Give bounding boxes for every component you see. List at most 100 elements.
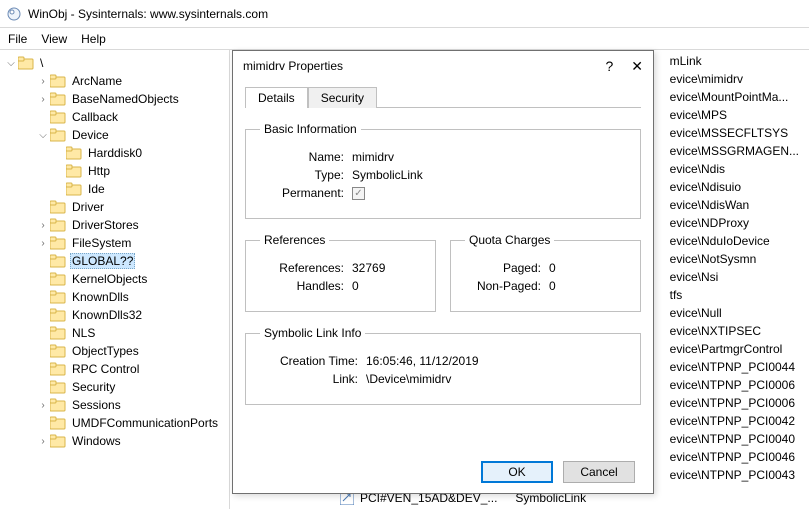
tree-item[interactable]: ›GLOBAL?? <box>0 252 229 270</box>
label-paged: Paged: <box>465 261 541 275</box>
cancel-button[interactable]: Cancel <box>563 461 635 483</box>
titlebar: WinObj - Sysinternals: www.sysinternals.… <box>0 0 809 28</box>
label-references: References: <box>260 261 344 275</box>
folder-icon <box>50 290 66 304</box>
list-cell-partial[interactable]: evice\NXTIPSEC <box>670 322 799 340</box>
menu-help[interactable]: Help <box>81 32 106 46</box>
list-cell-partial[interactable]: evice\MSSGRMAGEN... <box>670 142 799 160</box>
menu-file[interactable]: File <box>8 32 27 46</box>
tree-item[interactable]: ›Ide <box>0 180 229 198</box>
tree-item[interactable]: ›NLS <box>0 324 229 342</box>
label-nonpaged: Non-Paged: <box>465 279 541 293</box>
value-handles: 0 <box>352 279 359 293</box>
list-cell-partial[interactable]: evice\MountPointMa... <box>670 88 799 106</box>
list-cell-partial[interactable]: evice\Ndis <box>670 160 799 178</box>
chevron-right-icon[interactable]: › <box>36 76 50 87</box>
tree-item[interactable]: ›Http <box>0 162 229 180</box>
folder-icon <box>50 380 66 394</box>
tree-label: BaseNamedObjects <box>70 92 181 106</box>
menu-view[interactable]: View <box>41 32 67 46</box>
value-nonpaged: 0 <box>549 279 556 293</box>
label-type: Type: <box>260 168 344 182</box>
list-cell-partial[interactable]: evice\NDProxy <box>670 214 799 232</box>
tree-item[interactable]: ›Windows <box>0 432 229 450</box>
checkbox-permanent: ✓ <box>352 187 365 200</box>
list-cell-partial[interactable]: evice\PartmgrControl <box>670 340 799 358</box>
list-cell-partial[interactable]: evice\NdisWan <box>670 196 799 214</box>
tab-security[interactable]: Security <box>308 87 377 108</box>
tree-item[interactable]: ›KnownDlls <box>0 288 229 306</box>
folder-icon <box>50 362 66 376</box>
window-title: WinObj - Sysinternals: www.sysinternals.… <box>28 7 268 21</box>
tree-label: RPC Control <box>70 362 141 376</box>
label-handles: Handles: <box>260 279 344 293</box>
folder-icon <box>50 344 66 358</box>
list-cell-partial[interactable]: evice\NTPNP_PCI0040 <box>670 430 799 448</box>
tree-label: KernelObjects <box>70 272 149 286</box>
help-button[interactable]: ? <box>605 58 613 74</box>
dialog-title: mimidrv Properties <box>243 59 343 73</box>
tree-item[interactable]: ⌵Device <box>0 126 229 144</box>
chevron-right-icon[interactable]: › <box>36 94 50 105</box>
chevron-right-icon[interactable]: › <box>36 436 50 447</box>
value-paged: 0 <box>549 261 556 275</box>
list-cell-partial[interactable]: evice\NTPNP_PCI0006 <box>670 376 799 394</box>
chevron-down-icon[interactable]: ⌵ <box>36 130 50 141</box>
list-cell-partial[interactable]: evice\NTPNP_PCI0006 <box>670 394 799 412</box>
group-quota: Quota Charges Paged: 0 Non-Paged: 0 <box>450 233 641 312</box>
chevron-right-icon[interactable]: › <box>36 238 50 249</box>
folder-icon <box>50 110 66 124</box>
list-cell-partial[interactable]: evice\NTPNP_PCI0044 <box>670 358 799 376</box>
tree-item[interactable]: › DriverStores <box>0 216 229 234</box>
folder-icon <box>50 434 66 448</box>
folder-icon <box>50 272 66 286</box>
tree-item[interactable]: ›Harddisk0 <box>0 144 229 162</box>
value-name: mimidrv <box>352 150 394 164</box>
list-cell-partial[interactable]: mLink <box>670 52 799 70</box>
list-cell-partial[interactable]: evice\MPS <box>670 106 799 124</box>
tree-item[interactable]: ›Callback <box>0 108 229 126</box>
tree-item[interactable]: ›ArcName <box>0 72 229 90</box>
folder-icon <box>50 128 66 142</box>
tree-label: FileSystem <box>70 236 133 250</box>
tree-item[interactable]: ›UMDFCommunicationPorts <box>0 414 229 432</box>
tree-item[interactable]: ›Driver <box>0 198 229 216</box>
tree-label: KnownDlls <box>70 290 131 304</box>
list-cell-partial[interactable]: evice\Nsi <box>670 268 799 286</box>
tree-root[interactable]: ⌵ \ <box>0 54 229 72</box>
list-cell-partial[interactable]: tfs <box>670 286 799 304</box>
tree-item[interactable]: ›RPC Control <box>0 360 229 378</box>
tree-item[interactable]: ›KernelObjects <box>0 270 229 288</box>
tree-item[interactable]: ›KnownDlls32 <box>0 306 229 324</box>
chevron-down-icon[interactable]: ⌵ <box>4 58 18 69</box>
tree-label: Harddisk0 <box>86 146 144 160</box>
chevron-right-icon[interactable]: › <box>36 220 50 231</box>
ok-button[interactable]: OK <box>481 461 553 483</box>
list-cell-partial[interactable]: evice\NTPNP_PCI0046 <box>670 448 799 466</box>
close-button[interactable]: ✕ <box>631 58 643 75</box>
list-cell-partial[interactable]: evice\Null <box>670 304 799 322</box>
folder-icon <box>50 398 66 412</box>
list-cell-partial[interactable]: evice\NotSysmn <box>670 250 799 268</box>
legend-quota: Quota Charges <box>465 233 554 247</box>
object-tree[interactable]: ⌵ \ ›ArcName›BaseNamedObjects›Callback⌵D… <box>0 50 230 509</box>
folder-icon <box>50 326 66 340</box>
tree-item[interactable]: › FileSystem <box>0 234 229 252</box>
list-cell-partial[interactable]: evice\NTPNP_PCI0042 <box>670 412 799 430</box>
chevron-right-icon[interactable]: › <box>36 400 50 411</box>
list-cell-partial[interactable]: evice\NTPNP_PCI0043 <box>670 466 799 484</box>
dialog-titlebar[interactable]: mimidrv Properties ? ✕ <box>233 51 653 81</box>
list-cell-partial[interactable]: evice\NduIoDevice <box>670 232 799 250</box>
tree-item[interactable]: › BaseNamedObjects <box>0 90 229 108</box>
label-permanent: Permanent: <box>260 186 344 200</box>
tree-item[interactable]: ›Sessions <box>0 396 229 414</box>
properties-dialog: mimidrv Properties ? ✕ Details Security … <box>232 50 654 494</box>
folder-icon <box>18 56 34 70</box>
tree-label: DriverStores <box>70 218 141 232</box>
list-cell-partial[interactable]: evice\mimidrv <box>670 70 799 88</box>
list-cell-partial[interactable]: evice\Ndisuio <box>670 178 799 196</box>
tab-details[interactable]: Details <box>245 87 308 108</box>
tree-item[interactable]: ›Security <box>0 378 229 396</box>
list-cell-partial[interactable]: evice\MSSECFLTSYS <box>670 124 799 142</box>
tree-item[interactable]: ›ObjectTypes <box>0 342 229 360</box>
